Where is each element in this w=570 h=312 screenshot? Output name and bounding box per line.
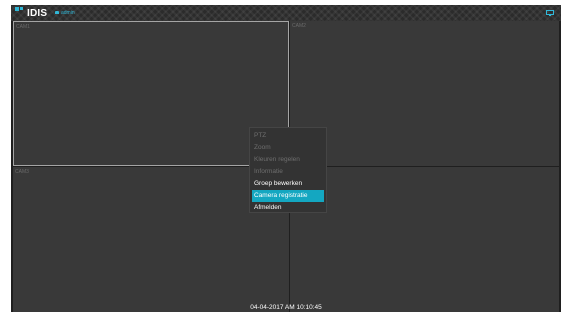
camera-cell-1[interactable]: CAM1 [13,21,289,166]
logo-mark-small [20,7,23,10]
camera-cell-3[interactable]: CAM3 [13,167,289,312]
menu-item-zoom[interactable]: Zoom [252,142,324,154]
user-name: admin [61,10,75,16]
context-menu: PTZ Zoom Kleuren regelen Informatie Groe… [249,127,327,213]
menu-item-camera-registration[interactable]: Camera registratie [252,190,324,202]
monitor-icon[interactable] [546,10,554,16]
menu-item-ptz[interactable]: PTZ [252,130,324,142]
lock-icon [55,11,59,15]
logo-text: IDIS [27,8,48,19]
datetime-display: 04-04-2017 AM 10:10:45 [250,304,322,311]
camera-label: CAM1 [16,24,30,30]
camera-cell-4[interactable] [290,167,559,312]
menu-item-logout[interactable]: Afmelden [252,202,324,214]
menu-item-edit-group[interactable]: Groep bewerken [252,178,324,190]
camera-label: CAM3 [15,169,29,175]
camera-label: CAM2 [292,23,306,29]
menu-item-information[interactable]: Informatie [252,166,324,178]
logged-in-user[interactable]: admin [55,10,75,16]
logo-mark [15,7,19,11]
menu-item-color-control[interactable]: Kleuren regelen [252,154,324,166]
top-bar: IDIS admin [11,5,561,21]
nvr-live-view-window: IDIS admin CAM1 CAM2 CAM3 PTZ Zoom Kleur… [11,5,561,312]
camera-cell-2[interactable]: CAM2 [290,21,559,166]
